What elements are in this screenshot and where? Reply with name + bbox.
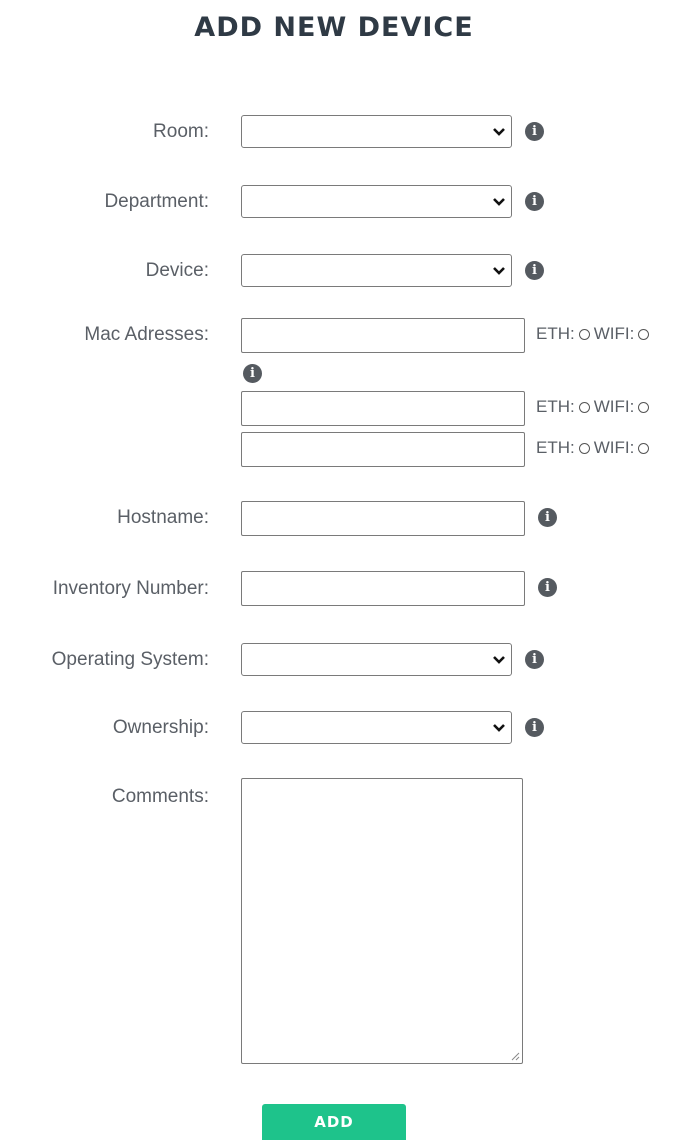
info-icon[interactable]: i xyxy=(525,192,544,211)
mac-address-input-3[interactable] xyxy=(241,432,525,467)
info-icon[interactable]: i xyxy=(525,650,544,669)
comments-label: Comments: xyxy=(111,786,209,807)
eth-radio-1[interactable] xyxy=(578,329,590,340)
hostname-label: Hostname: xyxy=(117,507,209,528)
room-select[interactable] xyxy=(241,115,512,148)
info-icon[interactable]: i xyxy=(538,578,557,597)
chevron-down-icon xyxy=(493,656,505,664)
chevron-down-icon xyxy=(493,198,505,206)
operating-system-select[interactable] xyxy=(241,643,512,676)
eth-label: ETH: xyxy=(536,397,575,416)
mac-type-options-3: ETH: WIFI: xyxy=(536,438,653,458)
wifi-radio-2[interactable] xyxy=(638,402,650,413)
eth-label: ETH: xyxy=(536,438,575,457)
info-icon[interactable]: i xyxy=(525,718,544,737)
room-label: Room: xyxy=(153,121,209,142)
wifi-radio-3[interactable] xyxy=(638,443,650,454)
info-icon[interactable]: i xyxy=(525,122,544,141)
inventory-number-input[interactable] xyxy=(241,571,525,606)
mac-type-options-2: ETH: WIFI: xyxy=(536,397,653,417)
device-label: Device: xyxy=(145,260,209,281)
eth-radio-3[interactable] xyxy=(578,443,590,454)
inventory-number-label: Inventory Number: xyxy=(52,578,209,599)
resize-grip-icon[interactable] xyxy=(510,1051,520,1061)
mac-address-input-1[interactable] xyxy=(241,318,525,353)
mac-address-input-2[interactable] xyxy=(241,391,525,426)
ownership-label: Ownership: xyxy=(112,717,209,738)
info-icon[interactable]: i xyxy=(538,508,557,527)
eth-label: ETH: xyxy=(536,324,575,343)
department-label: Department: xyxy=(104,191,209,212)
chevron-down-icon xyxy=(493,128,505,136)
wifi-label: WIFI: xyxy=(593,438,635,457)
add-button[interactable]: ADD xyxy=(262,1104,406,1140)
eth-radio-2[interactable] xyxy=(578,402,590,413)
wifi-label: WIFI: xyxy=(593,324,635,343)
chevron-down-icon xyxy=(493,267,505,275)
hostname-input[interactable] xyxy=(241,501,525,536)
info-icon[interactable]: i xyxy=(525,261,544,280)
ownership-select[interactable] xyxy=(241,711,512,744)
page-title: ADD NEW DEVICE xyxy=(194,12,474,43)
device-select[interactable] xyxy=(241,254,512,287)
info-icon[interactable]: i xyxy=(243,364,262,383)
mac-type-options-1: ETH: WIFI: xyxy=(536,324,653,344)
wifi-radio-1[interactable] xyxy=(638,329,650,340)
chevron-down-icon xyxy=(493,724,505,732)
operating-system-label: Operating System: xyxy=(51,649,209,670)
department-select[interactable] xyxy=(241,185,512,218)
comments-textarea[interactable] xyxy=(241,778,523,1064)
wifi-label: WIFI: xyxy=(593,397,635,416)
mac-addresses-label: Mac Adresses: xyxy=(84,324,209,345)
